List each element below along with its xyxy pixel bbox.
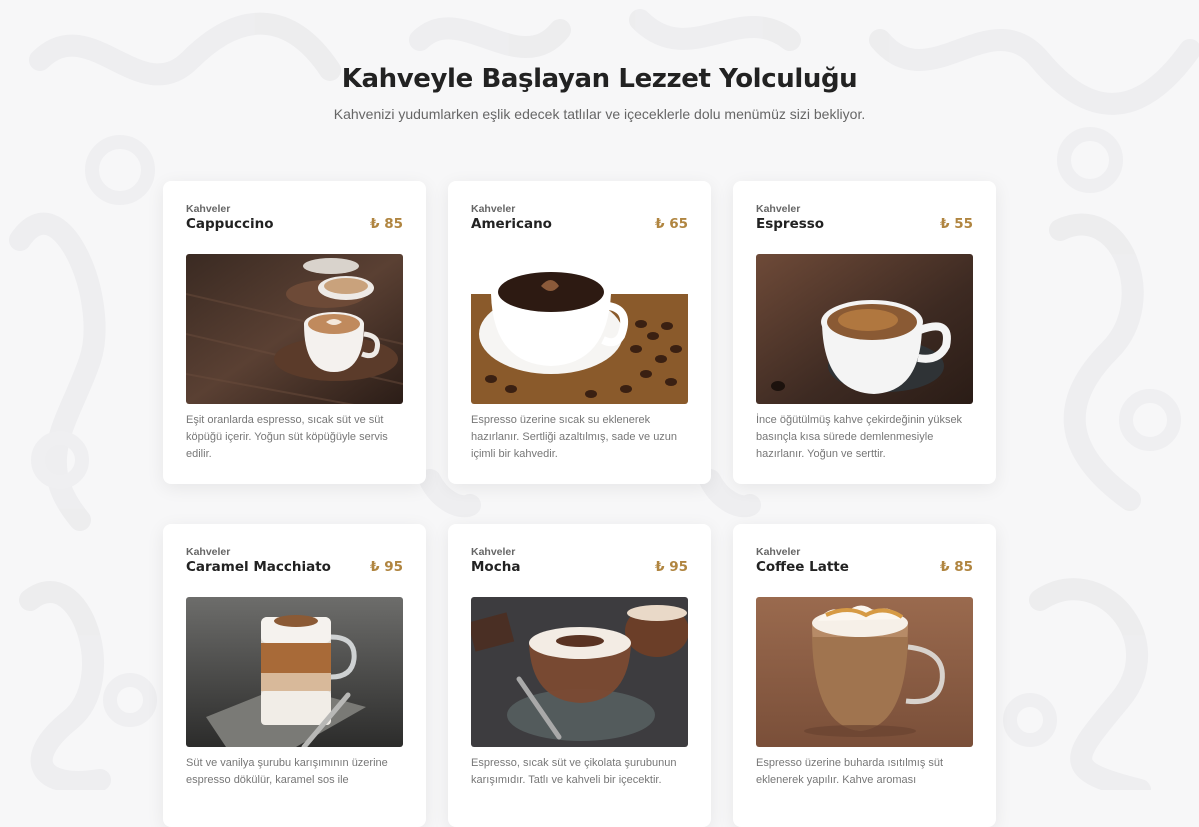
product-grid: Kahveler Cappuccino ₺ 85 Eşit oranlarda … [163,181,996,827]
caramel-macchiato-image [186,597,403,747]
product-description: Espresso üzerine sıcak su eklenerek hazı… [471,414,678,460]
product-description: İnce öğütülmüş kahve çekirdeğinin yüksek… [756,414,963,460]
coffee-latte-image [756,597,973,747]
product-description: Espresso üzerine buharda ısıtılmış süt e… [756,757,944,786]
card-title-group: Kahveler Mocha [471,546,520,576]
product-name: Coffee Latte [756,559,849,575]
product-description: Espresso, sıcak süt ve çikolata şurubunu… [471,757,677,786]
product-card-coffee-latte[interactable]: Kahveler Coffee Latte ₺ 85 Espresso üzer… [733,524,996,827]
product-category: Kahveler [186,203,231,215]
product-category: Kahveler [756,203,801,215]
card-title-group: Kahveler Caramel Macchiato [186,546,331,576]
card-header: Kahveler Cappuccino ₺ 85 [186,203,403,233]
product-price: ₺ 95 [370,559,403,575]
product-name: Espresso [756,216,825,232]
page-subtitle: Kahvenizi yudumlarken eşlik edecek tatlı… [333,106,866,122]
product-category: Kahveler [471,203,516,215]
product-card-caramel-macchiato[interactable]: Kahveler Caramel Macchiato ₺ 95 Süt ve v… [163,524,426,827]
card-header: Kahveler Mocha ₺ 95 [471,546,688,576]
product-name: Caramel Macchiato [186,559,331,575]
product-description: Eşit oranlarda espresso, sıcak süt ve sü… [186,414,388,460]
product-card-cappuccino[interactable]: Kahveler Cappuccino ₺ 85 Eşit oranlarda … [163,181,426,484]
mocha-image [471,597,688,747]
card-title-group: Kahveler Americano [471,203,552,233]
product-name: Americano [471,216,552,232]
product-price: ₺ 95 [655,559,688,575]
product-name: Mocha [471,559,521,575]
card-title-group: Kahveler Coffee Latte [756,546,849,576]
card-header: Kahveler Americano ₺ 65 [471,203,688,233]
product-category: Kahveler [471,546,516,558]
product-price: ₺ 85 [370,216,403,232]
card-header: Kahveler Coffee Latte ₺ 85 [756,546,973,576]
product-price: ₺ 65 [655,216,688,232]
page-title: Kahveyle Başlayan Lezzet Yolculuğu [341,64,858,94]
card-header: Kahveler Caramel Macchiato ₺ 95 [186,546,403,576]
product-card-espresso[interactable]: Kahveler Espresso ₺ 55 İnce öğütülmüş ka… [733,181,996,484]
product-card-americano[interactable]: Kahveler Americano ₺ 65 Espresso üzerine… [448,181,711,484]
card-header: Kahveler Espresso ₺ 55 [756,203,973,233]
card-title-group: Kahveler Espresso [756,203,824,233]
espresso-image [756,254,973,404]
product-price: ₺ 55 [940,216,973,232]
product-category: Kahveler [756,546,801,558]
product-name: Cappuccino [186,216,274,232]
product-description: Süt ve vanilya şurubu karışımının üzerin… [186,757,388,786]
product-category: Kahveler [186,546,231,558]
product-card-mocha[interactable]: Kahveler Mocha ₺ 95 Espresso, sıcak süt … [448,524,711,827]
cappuccino-image [186,254,403,404]
product-price: ₺ 85 [940,559,973,575]
americano-image [471,254,688,404]
card-title-group: Kahveler Cappuccino [186,203,273,233]
